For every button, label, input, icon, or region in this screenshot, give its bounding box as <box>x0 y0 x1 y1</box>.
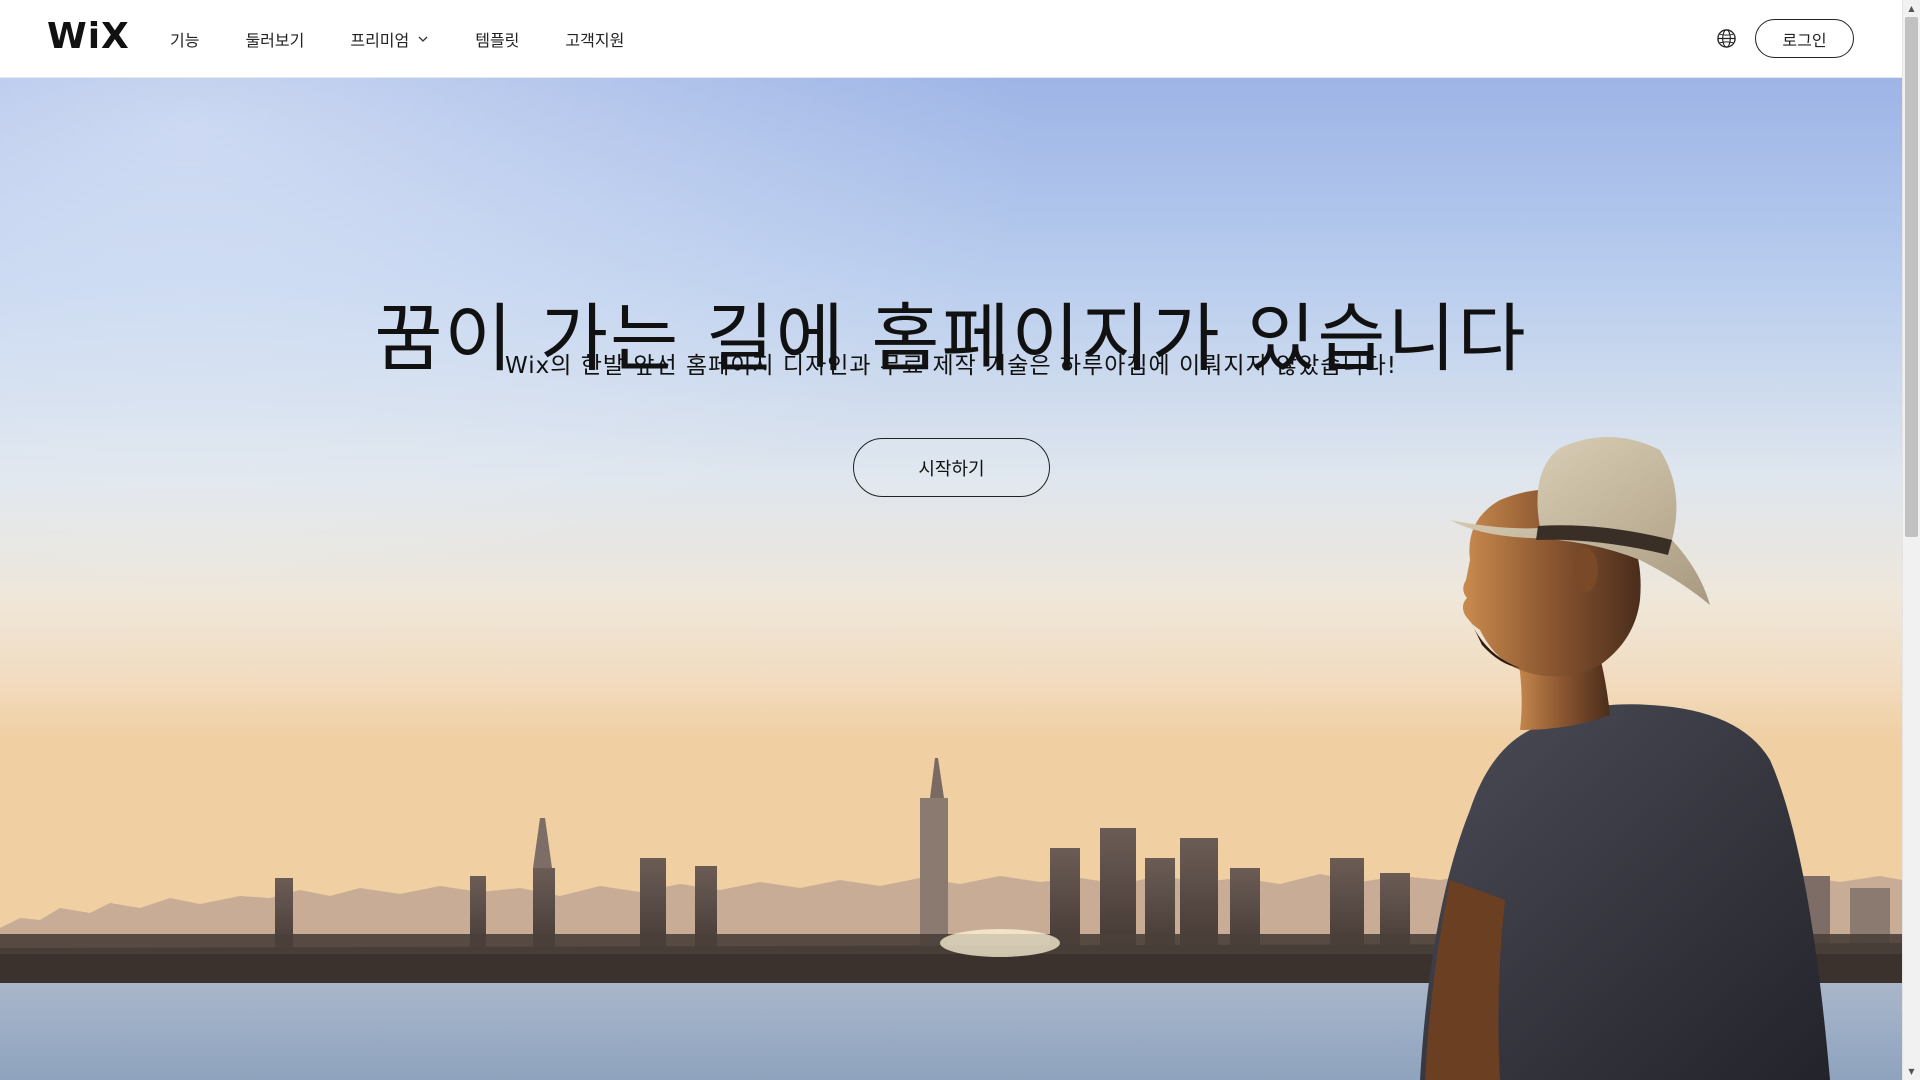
top-navigation-bar: WiX 기능 둘러보기 프리미엄 템플릿 고객지원 로그인 <box>0 0 1902 78</box>
man-in-hat-image <box>1420 436 1830 1080</box>
page: WiX 기능 둘러보기 프리미엄 템플릿 고객지원 로그인 꿈이 가는 길에 홈… <box>0 0 1920 1080</box>
nav-item-label: 프리미엄 <box>350 30 410 50</box>
scroll-up-arrow-icon[interactable]: ▲ <box>1903 0 1920 17</box>
nav-item-support[interactable]: 고객지원 <box>565 27 624 51</box>
chevron-down-icon <box>418 36 428 42</box>
nav-item-label: 고객지원 <box>565 30 625 50</box>
nav-item-premium[interactable]: 프리미엄 <box>350 27 429 51</box>
nav-item-label: 기능 <box>170 30 200 50</box>
nav-item-label: 템플릿 <box>475 30 520 50</box>
scroll-down-arrow-icon[interactable]: ▼ <box>1903 1063 1920 1080</box>
nav-item-label: 둘러보기 <box>245 30 305 50</box>
hero-section: 꿈이 가는 길에 홈페이지가 있습니다 Wix의 한발 앞선 홈페이지 디자인과… <box>0 78 1902 1080</box>
login-button[interactable]: 로그인 <box>1755 19 1854 58</box>
start-button[interactable]: 시작하기 <box>853 438 1050 497</box>
vertical-scrollbar[interactable]: ▲ ▼ <box>1902 0 1920 1080</box>
main-nav: 기능 둘러보기 프리미엄 템플릿 고객지원 <box>170 0 670 77</box>
scrollbar-thumb[interactable] <box>1905 17 1918 537</box>
nav-item-features[interactable]: 기능 <box>170 27 199 51</box>
hero-subtitle: Wix의 한발 앞선 홈페이지 디자인과 무료 제작 기술은 하루아침에 이뤄지… <box>504 353 1397 379</box>
globe-icon[interactable] <box>1716 28 1737 49</box>
nav-item-templates[interactable]: 템플릿 <box>475 27 519 51</box>
nav-item-explore[interactable]: 둘러보기 <box>245 27 304 51</box>
wix-logo[interactable]: WiX <box>47 17 130 57</box>
